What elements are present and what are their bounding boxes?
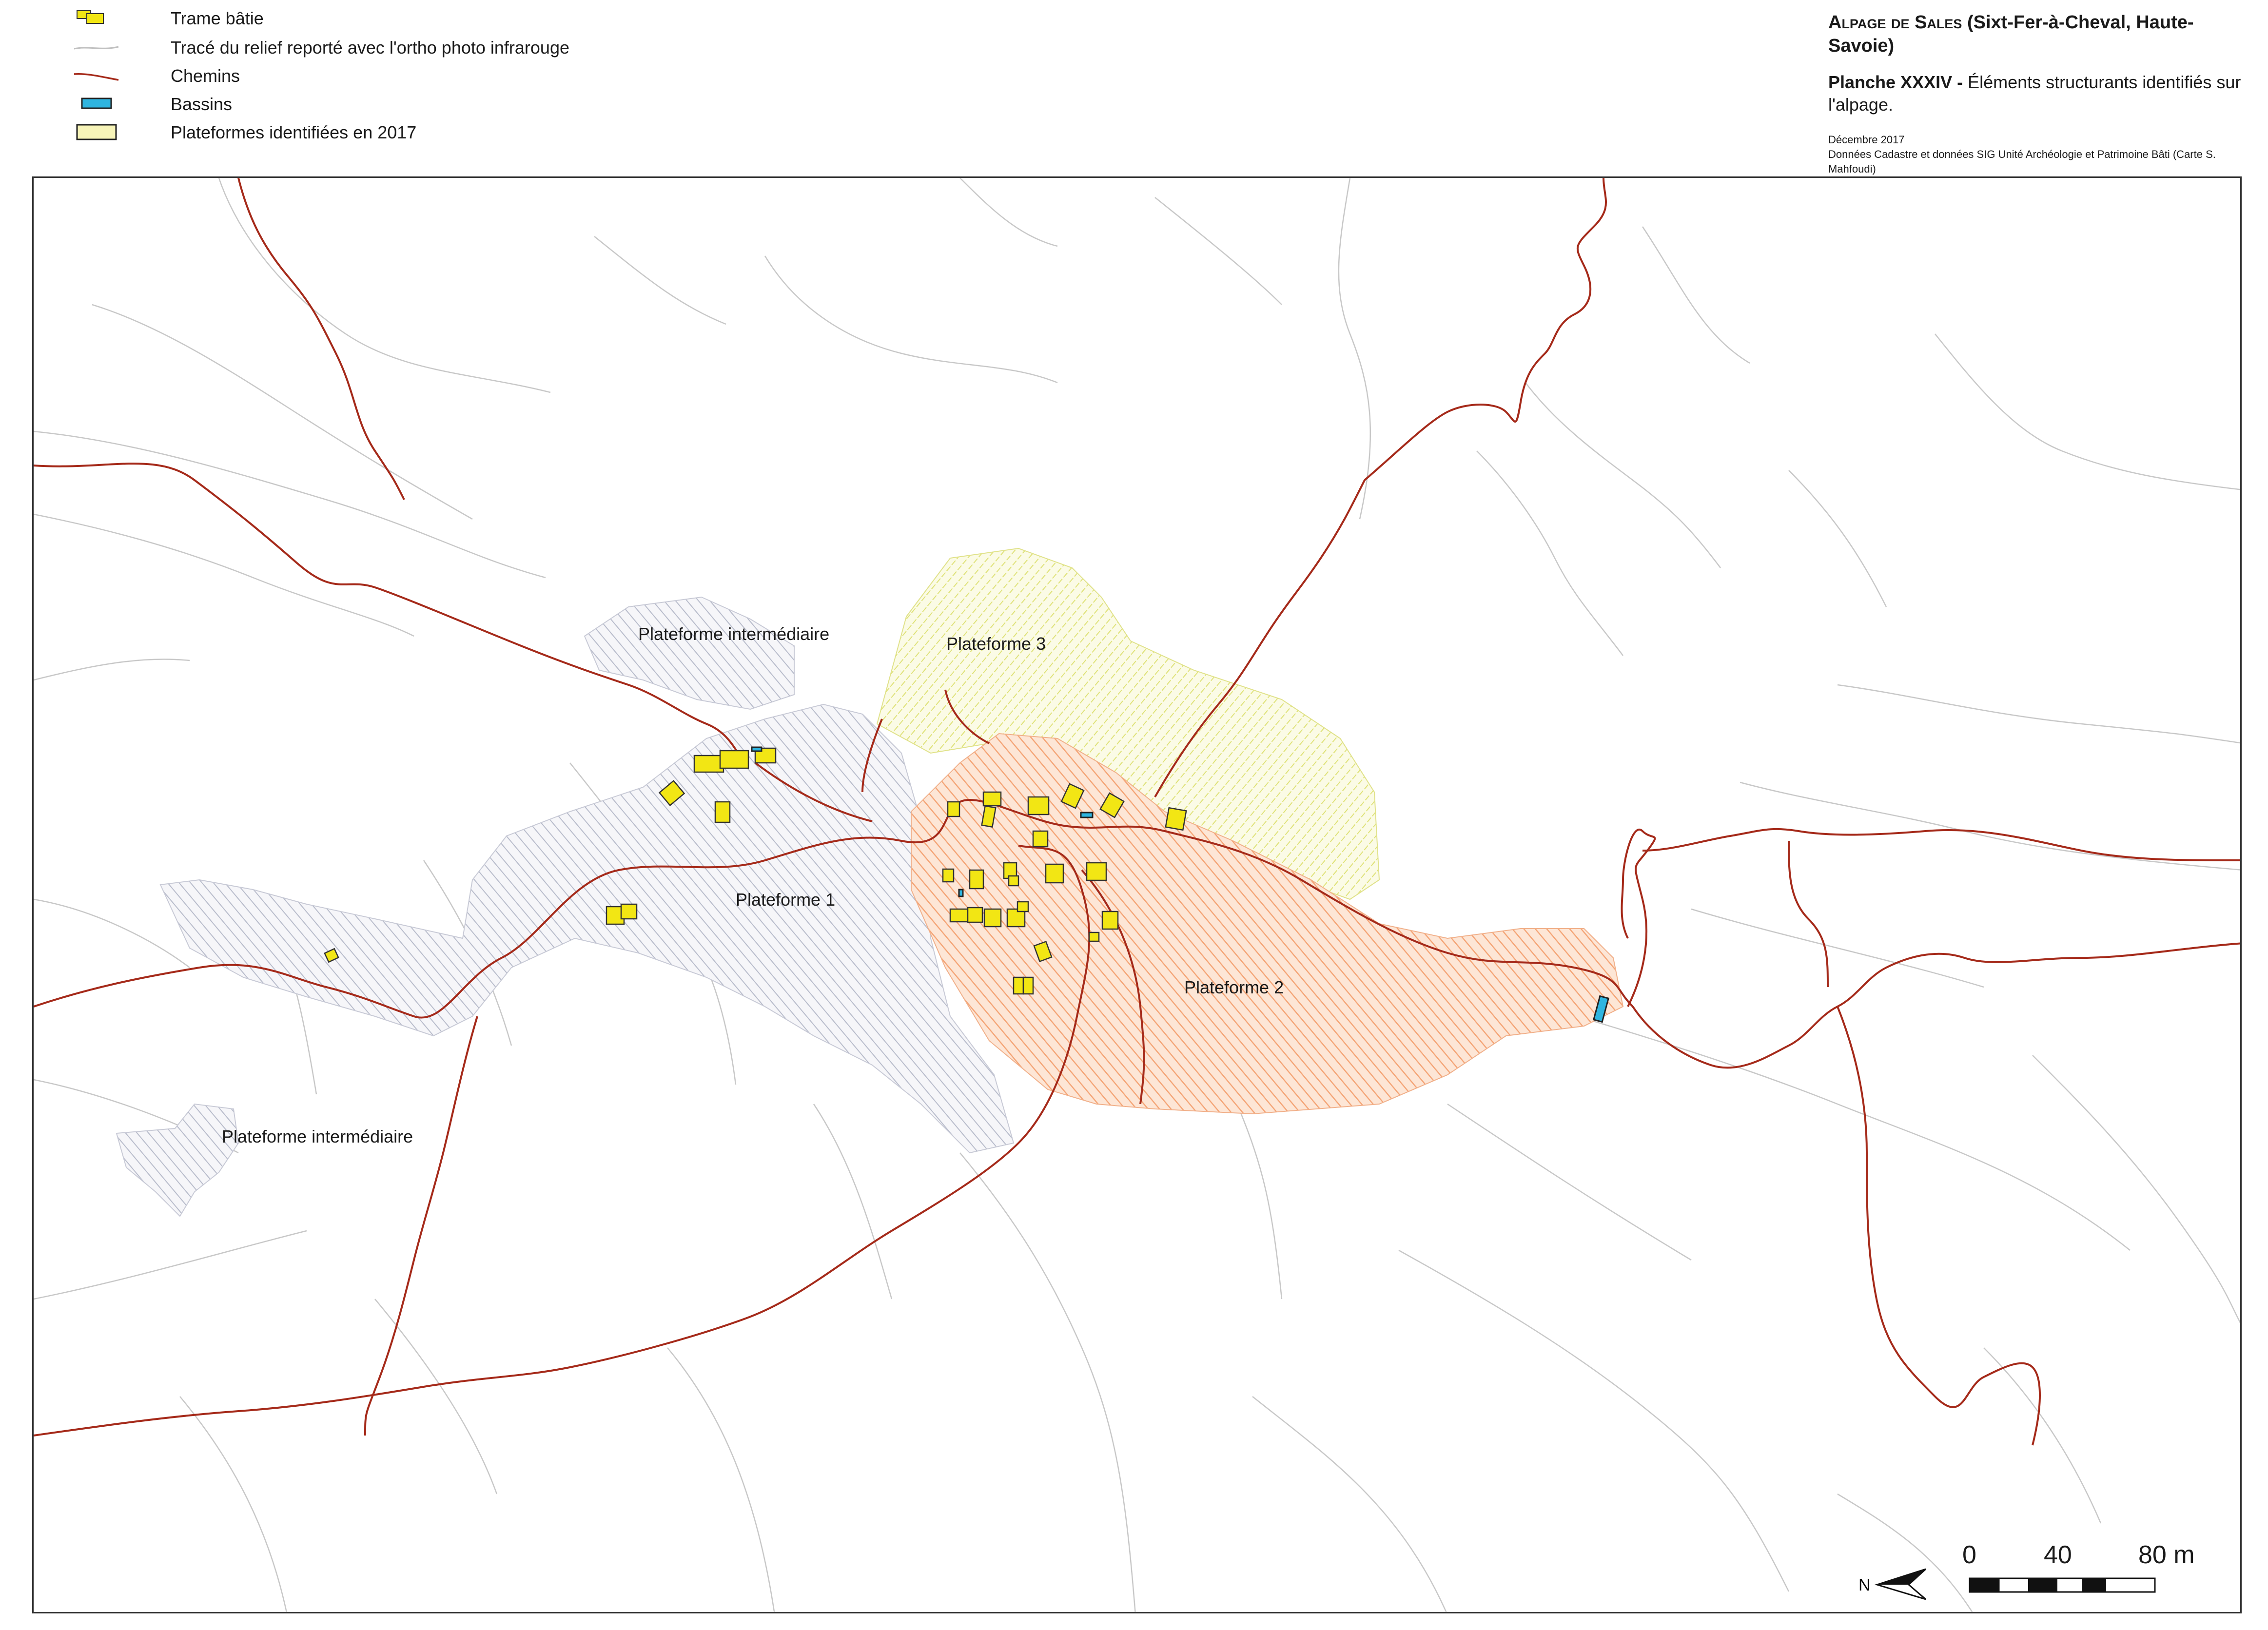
batiment [1022,976,1034,995]
legend-item-relief: Tracé du relief reporté avec l'ortho pho… [73,35,756,62]
batiment [1088,931,1100,942]
credit-source: Données Cadastre et données SIG Unité Ar… [1828,148,2216,175]
batiment [967,907,983,923]
batiment [714,801,731,823]
plateformes [116,547,1624,1217]
scale-tick-80: 80 m [2138,1541,2195,1569]
label-plateforme-2: Plateforme 2 [1184,977,1284,997]
scale-tick-0: 0 [1962,1541,1976,1569]
legend-item-trame-batie: Trame bâtie [73,6,756,33]
label-plateforme-intermediaire-sud: Plateforme intermédiaire [222,1126,413,1146]
legend-label-trame-batie: Trame bâtie [171,8,264,28]
bassin [1080,812,1094,818]
batiment [1045,863,1064,884]
batiment [693,755,724,773]
credit-date: Décembre 2017 [1828,134,1905,146]
legend-item-chemins: Chemins [73,63,756,91]
batiment [620,903,638,920]
legend-label-bassins: Bassins [171,94,233,114]
label-plateforme-3: Plateforme 3 [946,634,1046,654]
site-name: Alpage de Sales [1828,12,1962,33]
legend-label-chemins: Chemins [171,66,240,86]
batiment [942,868,955,883]
bassin [958,889,964,897]
legend-label-relief: Tracé du relief reporté avec l'ortho pho… [171,38,569,58]
batiment [982,791,1002,807]
title-block: Alpage de Sales (Sixt-Fer-à-Cheval, Haut… [1828,11,2248,176]
legend-item-plateformes: Plateformes identifiées en 2017 [73,120,756,147]
batiment [1165,807,1187,831]
batiment [1017,901,1029,912]
relief-line-swatch [74,46,119,50]
map-canvas [34,178,2240,1612]
batiment [947,801,960,817]
plateforme-intermediaire-sud-zone [116,1103,239,1217]
plateforme-1-zone [159,703,1015,1154]
map-title: Alpage de Sales (Sixt-Fer-à-Cheval, Haut… [1828,11,2248,58]
batiment [1086,862,1107,881]
batiment [1101,911,1119,930]
batiment [1008,875,1019,887]
scale-tick-40: 40 [2044,1541,2072,1569]
legend-label-plateformes: Plateformes identifiées en 2017 [171,122,417,142]
credits: Décembre 2017 Données Cadastre et donnée… [1828,133,2248,176]
chemin-line-swatch [74,73,119,81]
batiment [949,908,969,923]
plateforme-swatch [76,124,117,140]
legend: Trame bâtie Tracé du relief reporté avec… [73,6,756,147]
trame-batie-swatch [77,10,104,24]
scale-graphic [1969,1577,2156,1593]
bassin [751,746,763,752]
label-plateforme-1: Plateforme 1 [736,890,836,910]
plate-title: Planche XXXIV - Éléments structurants id… [1828,71,2248,116]
batiment [1027,796,1050,815]
plateforme-intermediaire-nord-zone [584,596,795,710]
batiment [969,869,984,890]
scale-bar: 0 40 80 m [1853,1540,2195,1604]
map-frame[interactable]: Plateforme intermédiaire Plateforme 3 Pl… [32,176,2242,1613]
batiment [719,750,749,769]
batiment [1032,830,1049,848]
plate-number: Planche XXXIV - [1828,72,1963,92]
batiment [1013,976,1024,995]
batiment [983,908,1002,928]
bassin-swatch [81,97,112,109]
legend-item-bassins: Bassins [73,92,756,119]
label-plateforme-intermediaire-nord: Plateforme intermédiaire [638,624,830,644]
